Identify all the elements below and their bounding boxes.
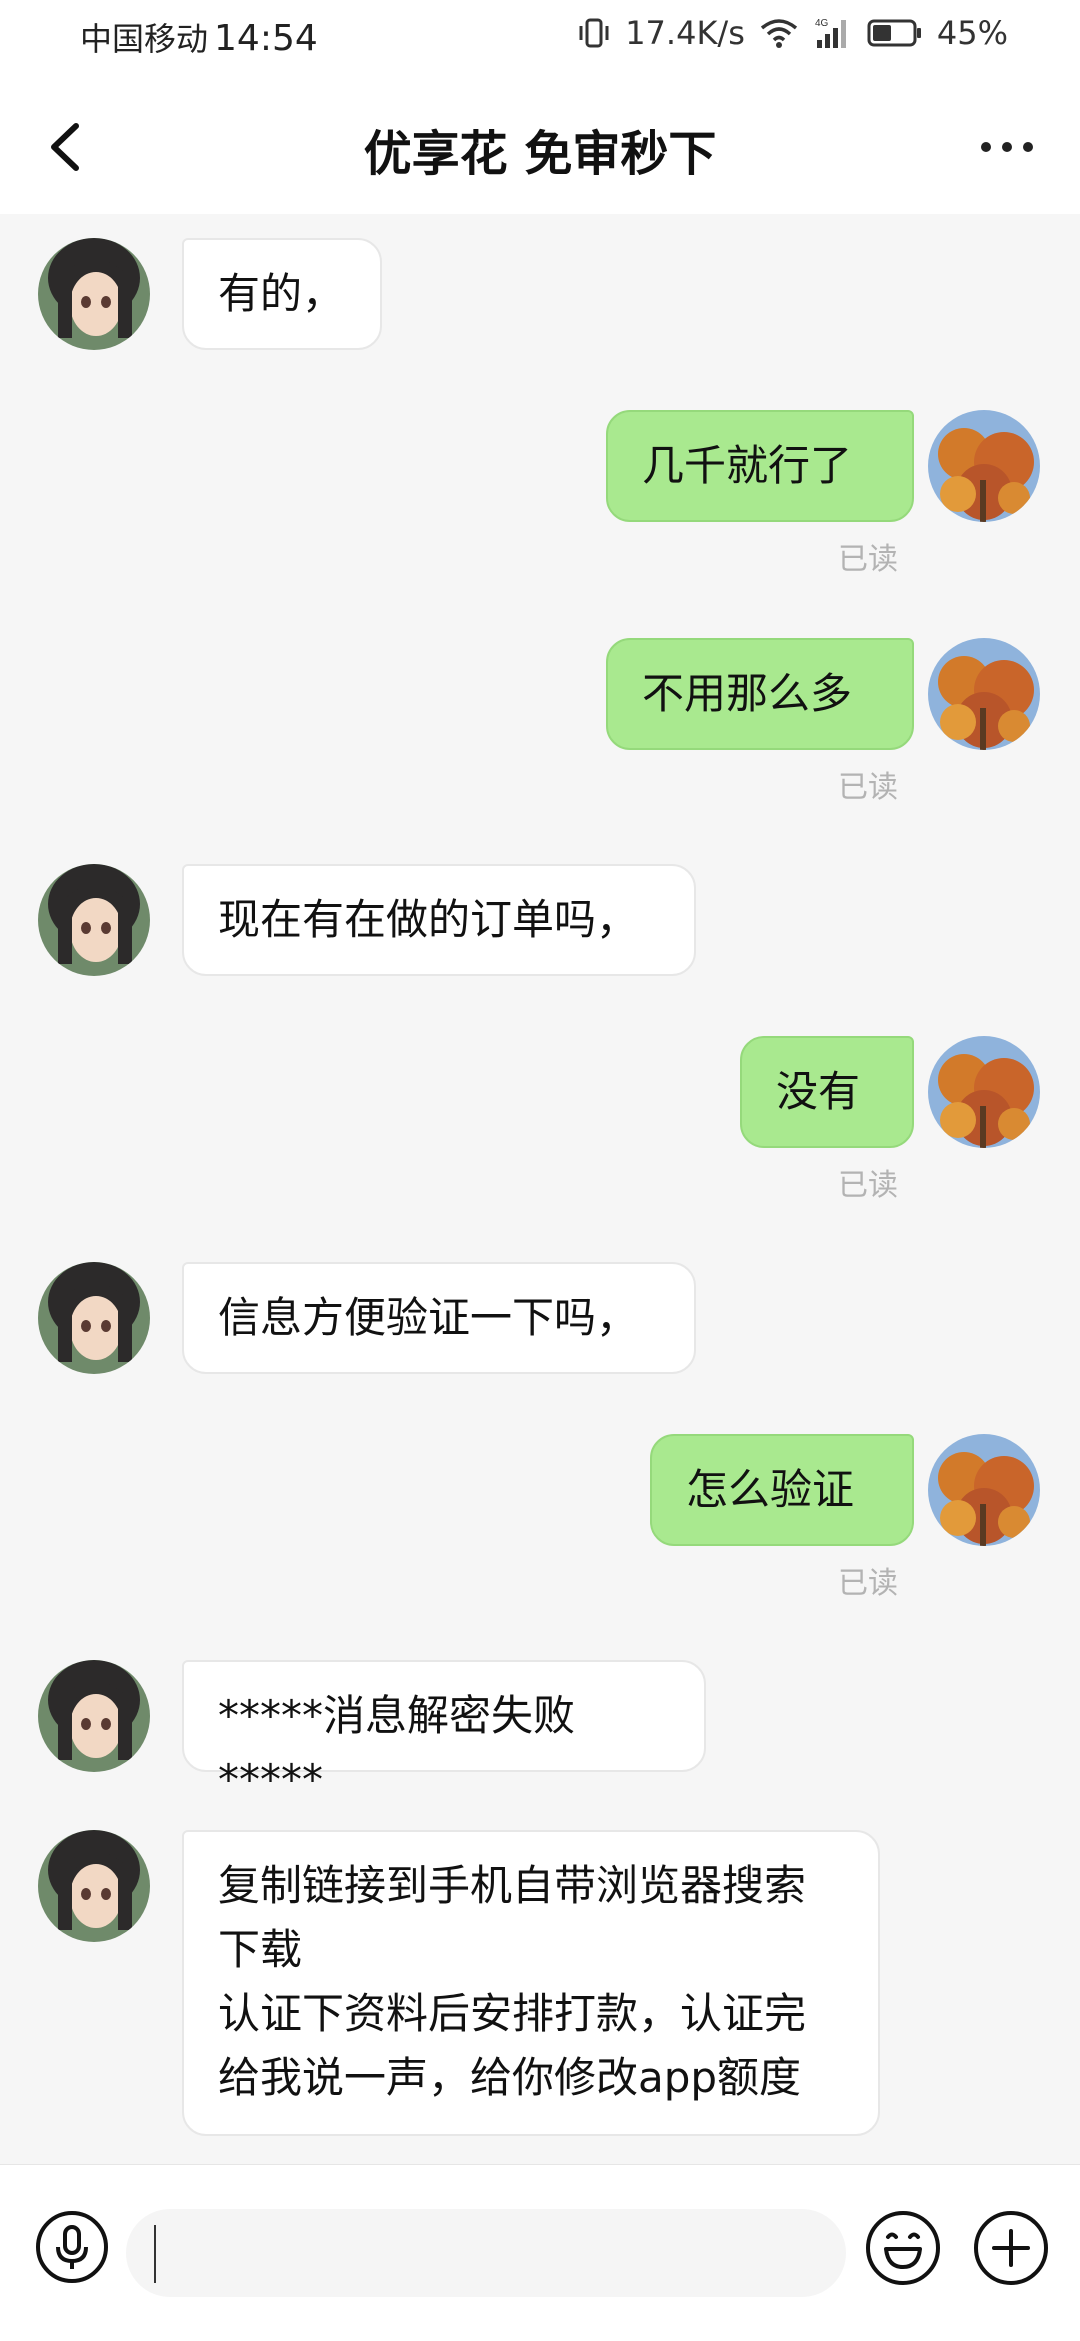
my-avatar[interactable]: [928, 1434, 1040, 1546]
battery-icon: [867, 17, 923, 49]
message-row-incoming: 信息方便验证一下吗，: [0, 1262, 1080, 1382]
message-bubble[interactable]: 没有: [740, 1036, 914, 1148]
contact-avatar[interactable]: [38, 238, 150, 350]
plus-icon: [974, 2211, 1048, 2285]
more-button[interactable]: [974, 124, 1040, 170]
more-icon: [981, 142, 1033, 152]
read-status: 已读: [838, 1168, 898, 1203]
message-row-outgoing: 没有 已读: [0, 1036, 1080, 1226]
message-row-outgoing: 不用那么多 已读: [0, 638, 1080, 828]
message-list[interactable]: 有的， 几千就行了 已读 不用那么多 已读 现在有在做的订单吗， 没有 已读 信…: [0, 214, 1080, 2164]
more-actions-button[interactable]: [972, 2209, 1050, 2287]
network-speed: 17.4K/s: [625, 14, 745, 52]
message-row-incoming: 现在有在做的订单吗，: [0, 864, 1080, 984]
message-bubble[interactable]: *****消息解密失败*****: [182, 1660, 706, 1804]
vibrate-icon: [577, 16, 611, 50]
message-row-outgoing: 怎么验证 已读: [0, 1434, 1080, 1624]
clock-time: 14:54: [214, 18, 318, 59]
contact-avatar[interactable]: [38, 1830, 150, 1942]
message-bubble[interactable]: 信息方便验证一下吗，: [182, 1262, 696, 1374]
read-status: 已读: [838, 1566, 898, 1601]
my-avatar[interactable]: [928, 1036, 1040, 1148]
signal-4g-icon: 4G: [813, 16, 853, 50]
contact-avatar[interactable]: [38, 1660, 150, 1772]
message-row-outgoing: 几千就行了 已读: [0, 410, 1080, 600]
status-bar: 中国移动 14:54 17.4K/s 4G 45%: [0, 0, 1080, 80]
microphone-icon: [36, 2211, 108, 2283]
my-avatar[interactable]: [928, 410, 1040, 522]
message-bubble[interactable]: 复制链接到手机自带浏览器搜索 下载 认证下资料后安排打款，认证完 给我说一声，给…: [182, 1830, 880, 2136]
message-row-incoming: 有的，: [0, 238, 1080, 358]
chat-title: 优享花 免审秒下: [363, 126, 717, 182]
message-input[interactable]: [126, 2209, 846, 2297]
message-bubble[interactable]: 几千就行了: [606, 410, 914, 522]
contact-avatar[interactable]: [38, 1262, 150, 1374]
message-input-bar: [0, 2164, 1080, 2341]
status-right: 17.4K/s 4G 45%: [577, 14, 1008, 52]
wifi-icon: [759, 16, 799, 50]
message-row-incoming: 复制链接到手机自带浏览器搜索 下载 认证下资料后安排打款，认证完 给我说一声，给…: [0, 1830, 1080, 2140]
message-row-incoming: *****消息解密失败*****: [0, 1660, 1080, 1804]
my-avatar[interactable]: [928, 638, 1040, 750]
voice-button[interactable]: [34, 2209, 110, 2285]
read-status: 已读: [838, 542, 898, 577]
emoji-icon: [866, 2211, 940, 2285]
carrier-name: 中国移动: [80, 20, 209, 58]
emoji-button[interactable]: [864, 2209, 942, 2287]
text-caret: [154, 2225, 156, 2283]
battery-percent: 45%: [936, 14, 1008, 52]
message-bubble[interactable]: 不用那么多: [606, 638, 914, 750]
message-bubble[interactable]: 有的，: [182, 238, 382, 350]
status-left: 中国移动 14:54: [80, 14, 318, 60]
svg-text:4G: 4G: [815, 18, 829, 29]
message-bubble[interactable]: 怎么验证: [650, 1434, 914, 1546]
read-status: 已读: [838, 770, 898, 805]
chat-header: 优享花 免审秒下: [0, 80, 1080, 214]
contact-avatar[interactable]: [38, 864, 150, 976]
message-bubble[interactable]: 现在有在做的订单吗，: [182, 864, 696, 976]
